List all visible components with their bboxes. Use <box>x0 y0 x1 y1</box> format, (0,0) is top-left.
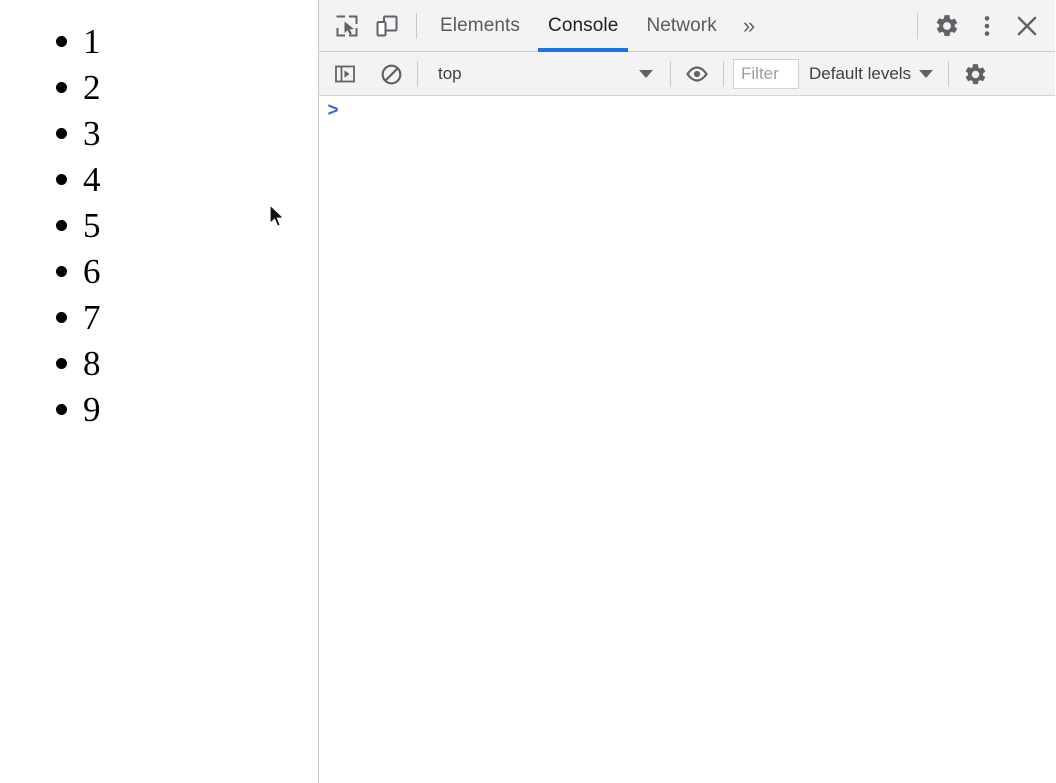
list-item: 8 <box>0 340 101 386</box>
device-toolbar-icon[interactable] <box>367 6 407 46</box>
more-vertical-icon[interactable] <box>967 6 1007 46</box>
bullet-icon <box>56 311 67 323</box>
close-icon[interactable] <box>1007 6 1047 46</box>
chevron-down-icon <box>919 70 934 78</box>
filter-placeholder: Filter <box>741 64 779 83</box>
web-page-viewport: 1 2 3 4 5 6 7 8 9 <box>0 0 319 783</box>
bullet-icon <box>56 35 67 47</box>
tabbar-divider-right <box>917 13 918 39</box>
log-levels-selector[interactable]: Default levels <box>799 59 939 89</box>
list-item-label: 1 <box>83 21 101 61</box>
console-prompt-row[interactable]: > <box>319 96 1055 127</box>
console-toolbar-divider-3 <box>723 61 724 87</box>
clear-console-icon[interactable] <box>374 57 408 91</box>
list-item-label: 4 <box>83 159 101 199</box>
list-item: 4 <box>0 156 101 202</box>
list-item-label: 9 <box>83 389 101 429</box>
list-item-label: 6 <box>83 251 101 291</box>
list-item-label: 3 <box>83 113 101 153</box>
eye-icon[interactable] <box>680 57 714 91</box>
devtools-panel: Elements Console Network » top Filter De… <box>319 0 1055 783</box>
list-item-label: 8 <box>83 343 101 383</box>
console-toolbar-divider-4 <box>948 61 950 87</box>
tab-console[interactable]: Console <box>534 0 632 52</box>
prompt-chevron-icon: > <box>327 100 339 121</box>
list-item-label: 2 <box>83 67 101 107</box>
tab-elements[interactable]: Elements <box>426 0 534 52</box>
bullet-icon <box>56 219 67 231</box>
console-toolbar: top Filter Default levels <box>319 52 1055 96</box>
chevron-down-icon <box>639 70 653 78</box>
mouse-pointer-icon <box>269 204 289 230</box>
list-item: 3 <box>0 110 101 156</box>
bullet-icon <box>56 127 67 139</box>
bullet-icon <box>56 173 67 185</box>
console-prompt-input[interactable] <box>347 101 1055 121</box>
list-item: 5 <box>0 202 101 248</box>
tabbar-divider <box>416 13 417 39</box>
list-item: 9 <box>0 386 101 432</box>
console-toolbar-divider-2 <box>670 61 671 87</box>
execution-context-selector[interactable]: top <box>427 59 661 89</box>
tab-network[interactable]: Network <box>632 0 730 52</box>
console-toolbar-divider-1 <box>417 61 418 87</box>
list-item-label: 5 <box>83 205 101 245</box>
gear-icon[interactable] <box>958 57 992 91</box>
bullet-icon <box>56 265 67 277</box>
list-item-label: 7 <box>83 297 101 337</box>
console-message-area[interactable]: > <box>319 96 1055 783</box>
list-item: 1 <box>0 18 101 64</box>
application-root: 1 2 3 4 5 6 7 8 9 Elements Console Netwo… <box>0 0 1056 783</box>
inspect-element-icon[interactable] <box>327 6 367 46</box>
list-item: 7 <box>0 294 101 340</box>
execution-context-value: top <box>438 64 462 83</box>
console-sidebar-icon[interactable] <box>328 57 362 91</box>
gear-icon[interactable] <box>927 6 967 46</box>
bullet-icon <box>56 81 67 93</box>
more-tabs-icon[interactable]: » <box>731 0 767 52</box>
bullet-icon <box>56 403 67 415</box>
filter-input[interactable]: Filter <box>733 59 799 89</box>
devtools-tabbar: Elements Console Network » <box>319 0 1055 52</box>
page-bullet-list: 1 2 3 4 5 6 7 8 9 <box>0 18 101 432</box>
list-item: 2 <box>0 64 101 110</box>
bullet-icon <box>56 357 67 369</box>
list-item: 6 <box>0 248 101 294</box>
log-levels-value: Default levels <box>809 64 912 83</box>
